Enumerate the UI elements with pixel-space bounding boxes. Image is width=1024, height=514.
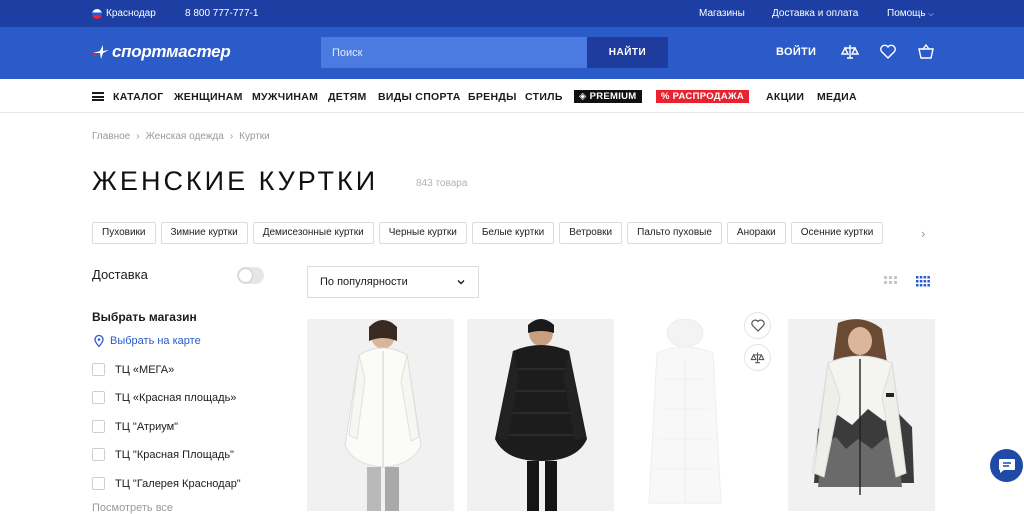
- product-card[interactable]: [307, 319, 454, 511]
- chevron-right-icon: ›: [229, 131, 234, 142]
- nav-women[interactable]: ЖЕНЩИНАМ: [174, 91, 243, 103]
- chip-black-jackets[interactable]: Черные куртки: [378, 222, 467, 244]
- category-chips: Пуховики Зимние куртки Демисезонные куртки…: [92, 222, 912, 246]
- checkbox[interactable]: [92, 420, 105, 433]
- chip-down-coats[interactable]: Пальто пуховые: [627, 222, 722, 244]
- premium-icon: ◈: [579, 91, 587, 102]
- chevron-down-icon: [457, 280, 465, 285]
- menu-icon[interactable]: [92, 92, 104, 101]
- search-button[interactable]: НАЙТИ: [587, 37, 668, 68]
- premium-label: PREMIUM: [589, 91, 637, 102]
- help-label: Помощь: [887, 8, 926, 19]
- chat-button[interactable]: [990, 449, 1023, 482]
- help-link[interactable]: Помощь ⌵: [887, 8, 934, 19]
- header: спортмастер Поиск НАЙТИ ВОЙТИ: [0, 27, 1024, 79]
- show-all-stores-link[interactable]: Посмотреть все: [92, 502, 173, 514]
- cart-icon[interactable]: [917, 43, 935, 61]
- checkbox[interactable]: [92, 391, 105, 404]
- checkbox[interactable]: [92, 477, 105, 490]
- product-card[interactable]: [467, 319, 614, 511]
- store-option[interactable]: ТЦ «МЕГА»: [92, 363, 174, 376]
- nav-kids[interactable]: ДЕТЯМ: [328, 91, 367, 103]
- heart-icon[interactable]: [879, 43, 897, 61]
- region-selector[interactable]: Краснодар: [92, 8, 156, 19]
- nav-media[interactable]: МЕДИА: [817, 91, 857, 103]
- breadcrumb-jackets: Куртки: [239, 131, 270, 142]
- store-option[interactable]: ТЦ "Галерея Краснодар": [92, 477, 241, 490]
- delivery-link[interactable]: Доставка и оплата: [772, 8, 858, 19]
- delivery-toggle[interactable]: [237, 267, 264, 284]
- checkbox[interactable]: [92, 448, 105, 461]
- breadcrumb: Главное › Женская одежда › Куртки: [92, 131, 270, 142]
- breadcrumb-home[interactable]: Главное: [92, 131, 130, 142]
- store-option[interactable]: ТЦ "Атриум": [92, 420, 178, 433]
- chip-anoraks[interactable]: Анораки: [726, 222, 786, 244]
- nav-brands[interactable]: БРЕНДЫ: [468, 91, 517, 103]
- logo-text: спортмастер: [112, 42, 231, 61]
- compare-button[interactable]: [744, 344, 771, 371]
- sort-select[interactable]: По популярности: [307, 266, 479, 298]
- choose-on-map-link[interactable]: Выбрать на карте: [94, 335, 201, 347]
- stores-link[interactable]: Магазины: [699, 8, 745, 19]
- chevron-right-icon: ›: [136, 131, 140, 142]
- chat-icon: [998, 458, 1015, 473]
- nav-premium[interactable]: ◈ PREMIUM: [574, 90, 642, 103]
- page-title: ЖЕНСКИЕ КУРТКИ: [92, 166, 379, 196]
- search-placeholder: Поиск: [332, 46, 363, 59]
- chip-windbreakers[interactable]: Ветровки: [559, 222, 623, 244]
- login-button[interactable]: ВОЙТИ: [776, 46, 816, 58]
- map-link-label: Выбрать на карте: [110, 335, 201, 347]
- grid-small-icon[interactable]: [916, 276, 930, 288]
- nav-promotions[interactable]: АКЦИИ: [766, 91, 804, 103]
- chip-down-jackets[interactable]: Пуховики: [92, 222, 156, 244]
- nav-sale[interactable]: % РАСПРОДАЖА: [656, 90, 750, 103]
- product-image: [467, 319, 614, 511]
- main-nav: КАТАЛОГ ЖЕНЩИНАМ МУЖЧИНАМ ДЕТЯМ ВИДЫ СПО…: [0, 79, 1024, 113]
- flag-icon: [92, 8, 102, 19]
- logo-star-icon: [92, 45, 109, 59]
- sort-value: По популярности: [320, 276, 408, 288]
- store-label: ТЦ «МЕГА»: [115, 363, 175, 376]
- store-option[interactable]: ТЦ «Красная площадь»: [92, 391, 236, 404]
- checkbox[interactable]: [92, 363, 105, 376]
- store-filter-title: Выбрать магазин: [92, 310, 197, 324]
- compare-icon[interactable]: [841, 43, 859, 61]
- store-option[interactable]: ТЦ "Красная Площадь": [92, 448, 234, 461]
- chips-next-icon[interactable]: ›: [921, 226, 925, 241]
- favorite-button[interactable]: [744, 312, 771, 339]
- product-image: [307, 319, 454, 511]
- top-bar: Краснодар 8 800 777-777-1 Магазины Доста…: [0, 0, 1024, 27]
- chip-white-jackets[interactable]: Белые куртки: [471, 222, 555, 244]
- chip-winter-jackets[interactable]: Зимние куртки: [160, 222, 248, 244]
- logo[interactable]: спортмастер: [92, 42, 231, 62]
- delivery-filter-label: Доставка: [92, 267, 148, 282]
- region-label: Краснодар: [106, 8, 156, 19]
- nav-sports[interactable]: ВИДЫ СПОРТА: [378, 91, 461, 103]
- chevron-down-icon: ⌵: [928, 11, 934, 18]
- chip-demi-season[interactable]: Демисезонные куртки: [252, 222, 374, 244]
- location-pin-icon: [94, 335, 104, 347]
- search-input[interactable]: Поиск: [321, 37, 587, 68]
- grid-large-icon[interactable]: [884, 276, 898, 288]
- store-label: ТЦ "Галерея Краснодар": [115, 477, 241, 490]
- phone-link[interactable]: 8 800 777-777-1: [185, 8, 258, 19]
- product-image: [788, 319, 935, 511]
- compare-icon: [750, 352, 765, 363]
- nav-catalog[interactable]: КАТАЛОГ: [113, 91, 164, 103]
- store-label: ТЦ "Атриум": [115, 420, 179, 433]
- chip-autumn-jackets[interactable]: Осенние куртки: [790, 222, 884, 244]
- breadcrumb-women-clothing[interactable]: Женская одежда: [146, 131, 224, 142]
- product-card[interactable]: [788, 319, 935, 511]
- nav-style[interactable]: СТИЛЬ: [525, 91, 563, 103]
- store-label: ТЦ «Красная площадь»: [115, 391, 237, 404]
- product-count: 843 товара: [416, 178, 468, 189]
- nav-men[interactable]: МУЖЧИНАМ: [252, 91, 318, 103]
- store-label: ТЦ "Красная Площадь": [115, 448, 234, 461]
- heart-icon: [750, 319, 765, 332]
